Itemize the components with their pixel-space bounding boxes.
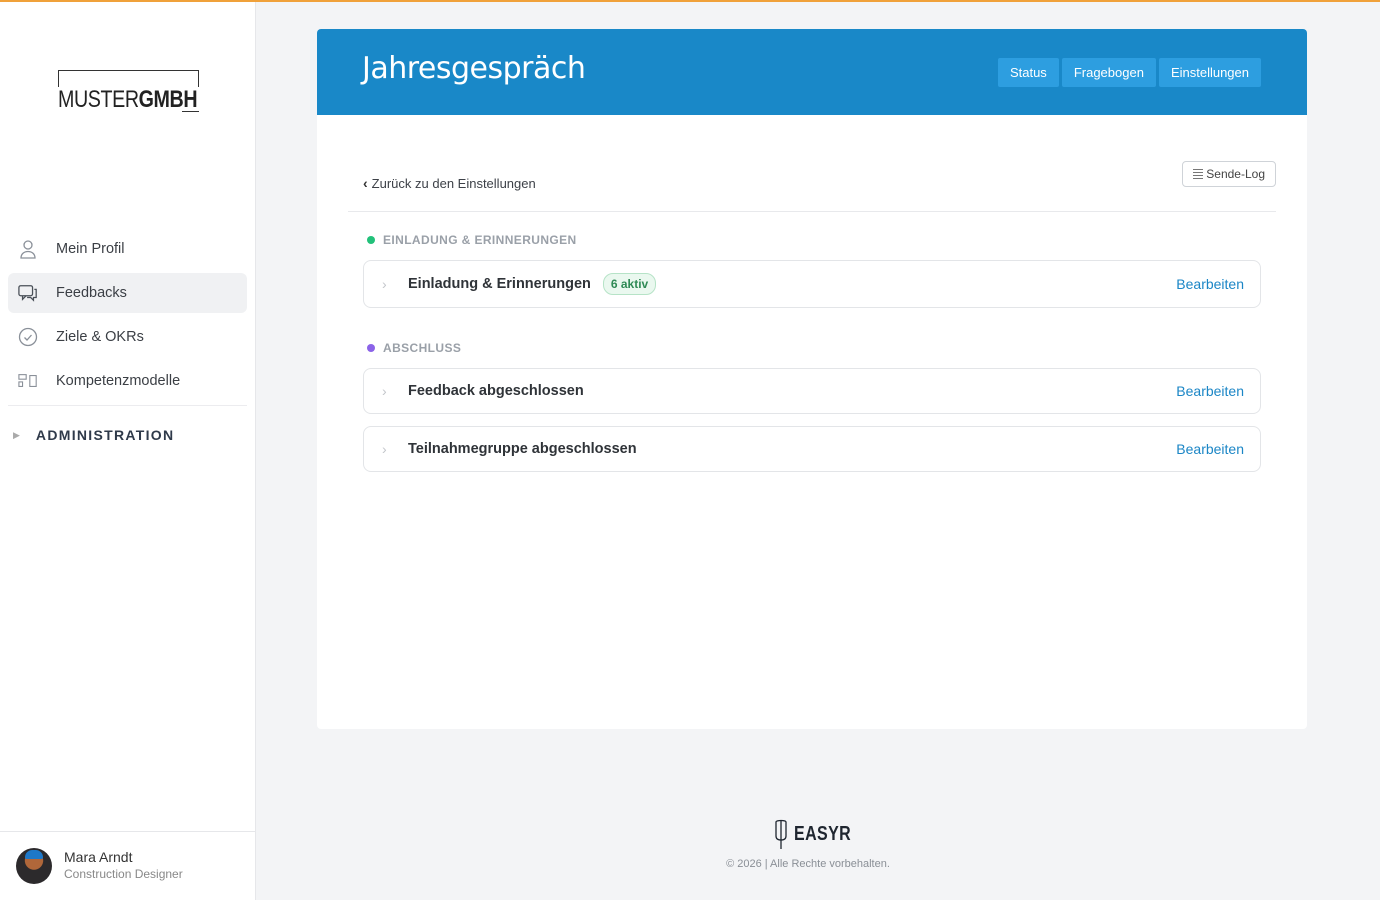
sidebar-item-label: Feedbacks — [56, 285, 127, 301]
sidebar-item-label: Ziele & OKRs — [56, 329, 144, 345]
sidebar: MUSTERGMBH Mein Profil Feedbacks Ziele &… — [0, 0, 256, 900]
footer-logo-text: EASYR — [794, 822, 852, 845]
status-dot — [367, 344, 375, 352]
blocks-icon — [18, 371, 38, 391]
chevron-right-icon[interactable]: › — [382, 276, 396, 292]
user-icon — [18, 239, 38, 259]
list-icon — [1193, 169, 1204, 179]
user-name: Mara Arndt — [64, 849, 133, 865]
chevron-left-icon: ‹ — [363, 175, 368, 191]
sidebar-item-mein-profil[interactable]: Mein Profil — [8, 229, 247, 269]
user-profile[interactable]: Mara Arndt Construction Designer — [0, 831, 255, 900]
section-header-abschluss: ABSCHLUSS — [367, 341, 461, 355]
row-title: Feedback abgeschlossen — [408, 383, 584, 399]
list-item-einladung-erinnerungen[interactable]: › Einladung & Erinnerungen 6 aktiv Bearb… — [363, 260, 1261, 308]
edit-link[interactable]: Bearbeiten — [1176, 441, 1244, 457]
tab-fragebogen[interactable]: Fragebogen — [1061, 58, 1156, 87]
main-card: Jahresgespräch Status Fragebogen Einstel… — [317, 29, 1307, 729]
check-circle-icon — [18, 327, 38, 347]
tab-status[interactable]: Status — [997, 58, 1059, 87]
section-label: ABSCHLUSS — [383, 341, 462, 355]
sidebar-item-feedbacks[interactable]: Feedbacks — [8, 273, 247, 313]
admin-label: ADMINISTRATION — [35, 427, 175, 443]
page-title: Jahresgespräch — [362, 51, 586, 86]
section-label: EINLADUNG & ERINNERUNGEN — [383, 233, 577, 247]
section-header-einladung: EINLADUNG & ERINNERUNGEN — [367, 233, 577, 247]
list-item-feedback-abgeschlossen[interactable]: › Feedback abgeschlossen Bearbeiten — [363, 368, 1261, 414]
tab-einstellungen[interactable]: Einstellungen — [1158, 58, 1261, 87]
edit-link[interactable]: Bearbeiten — [1176, 383, 1244, 399]
chevron-right-icon[interactable]: › — [382, 441, 396, 457]
list-item-teilnahmegruppe-abgeschlossen[interactable]: › Teilnahmegruppe abgeschlossen Bearbeit… — [363, 426, 1261, 472]
top-accent-bar — [0, 0, 1380, 2]
copyright-text: © 2026 | Alle Rechte vorbehalten. — [726, 858, 890, 870]
edit-link[interactable]: Bearbeiten — [1176, 276, 1244, 292]
user-role: Construction Designer — [64, 867, 183, 881]
sidebar-item-label: Kompetenzmodelle — [56, 373, 181, 389]
logo-text: MUSTERGMBH — [58, 87, 201, 113]
row-title: Einladung & Erinnerungen — [408, 276, 591, 292]
header-tabs: Status Fragebogen Einstellungen — [995, 58, 1261, 87]
back-link-label: Zurück zu den Einstellungen — [371, 175, 536, 191]
footer-logo[interactable]: EASYR — [772, 818, 865, 850]
avatar — [16, 848, 52, 884]
chat-icon — [18, 283, 38, 303]
company-logo[interactable]: MUSTERGMBH — [58, 70, 201, 113]
status-dot — [367, 236, 375, 244]
sidebar-item-label: Mein Profil — [56, 241, 125, 257]
main-nav: Mein Profil Feedbacks Ziele & OKRs Kompe… — [8, 229, 247, 464]
divider — [348, 211, 1276, 212]
row-title: Teilnahmegruppe abgeschlossen — [408, 441, 637, 457]
chevron-right-icon[interactable]: › — [382, 383, 396, 399]
user-info: Mara Arndt Construction Designer — [64, 849, 183, 883]
sende-log-button[interactable]: Sende-Log — [1182, 161, 1276, 187]
card-header: Jahresgespräch Status Fragebogen Einstel… — [317, 29, 1307, 115]
sidebar-item-administration[interactable]: ▶ ADMINISTRATION — [8, 406, 247, 464]
sidebar-item-kompetenzmodelle[interactable]: Kompetenzmodelle — [8, 361, 247, 401]
back-link[interactable]: ‹ Zurück zu den Einstellungen — [363, 175, 536, 191]
sidebar-item-ziele-okrs[interactable]: Ziele & OKRs — [8, 317, 247, 357]
sende-log-label: Sende-Log — [1206, 167, 1265, 181]
pin-icon — [775, 819, 787, 849]
status-badge: 6 aktiv — [602, 273, 657, 295]
logo-underline — [182, 111, 199, 112]
caret-right-icon: ▶ — [13, 429, 20, 440]
